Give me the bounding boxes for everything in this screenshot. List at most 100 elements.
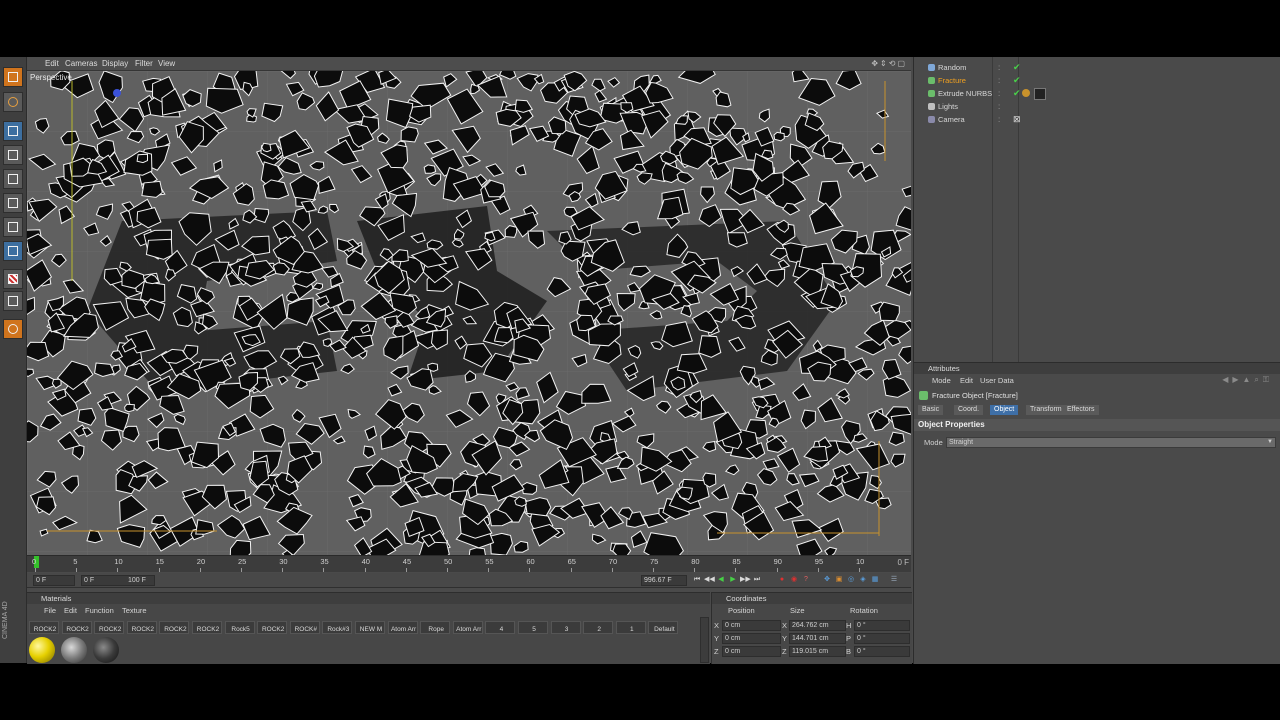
material-thumb[interactable]: Rock#3 [322,621,353,634]
material-thumb[interactable]: ROCK2 [257,621,288,634]
param-key-icon[interactable]: ◈ [858,575,868,585]
rot-key-icon[interactable]: ◎ [846,575,856,585]
scale-key-icon[interactable]: ▣ [834,575,844,585]
material-thumb[interactable]: ROCK# [289,621,320,634]
tab-effectors[interactable]: Effectors [1063,405,1099,415]
tab-transform[interactable]: Transform [1026,405,1066,415]
attr-menu-mode[interactable]: Mode [932,376,951,385]
polygons-tool-icon[interactable] [3,241,23,261]
material-ball-yellow[interactable] [29,637,55,663]
model-tool-icon[interactable] [3,121,23,141]
object-row-lights[interactable]: Lights : [914,101,1280,113]
material-thumb[interactable]: ROCK2 [159,621,190,634]
material-ball-metal[interactable] [61,637,87,663]
pla-key-icon[interactable]: ▦ [870,575,880,585]
material-thumb[interactable]: 1 [615,621,646,634]
protection-tag-icon[interactable]: ⊠ [1013,114,1021,125]
object-row-camera[interactable]: Camera : ⊠ [914,114,1280,126]
mat-menu-function[interactable]: Function [85,606,114,615]
material-thumb[interactable]: ROCK2 [192,621,222,634]
goto-start-icon[interactable]: ⏮ [692,575,702,585]
material-ball-dark[interactable] [93,637,119,663]
play-back-icon[interactable]: ◀ [716,575,726,585]
axis-tool-icon[interactable] [3,145,23,165]
autokey-icon[interactable]: ◉ [789,575,799,585]
enabled-check-icon[interactable]: ✔ [1013,88,1021,99]
pos-y-field[interactable]: 0 cm [722,633,781,644]
workplane-icon[interactable] [3,319,23,339]
rot-p-field[interactable]: 0 ° [854,633,910,644]
rot-b-field[interactable]: 0 ° [854,646,910,657]
material-thumb[interactable]: 2 [583,621,614,634]
material-thumb[interactable]: ROCK2 [94,621,125,634]
viewport-nav-icons[interactable]: ✥⇕⟲▢ [871,59,907,68]
viewport[interactable]: Perspective [27,71,911,555]
attr-menu-edit[interactable]: Edit [960,376,973,385]
keyframe-sel-icon[interactable]: ? [801,575,811,585]
visibility-dots[interactable]: : [998,102,1001,111]
prev-key-icon[interactable]: ◀◀ [704,575,715,585]
menu-cameras[interactable]: Cameras [65,59,97,68]
fps-field[interactable]: 996.67 F [641,575,687,586]
size-z-field[interactable]: 119.015 cm [789,646,846,657]
material-thumb[interactable]: 3 [550,621,581,634]
enabled-check-icon[interactable]: ✔ [1013,62,1021,73]
pos-z-field[interactable]: 0 cm [722,646,781,657]
goto-end-icon[interactable]: ⏭ [752,575,762,585]
visibility-dots[interactable]: : [998,89,1001,98]
material-thumb[interactable]: Rope [420,621,451,634]
tab-basic[interactable]: Basic [918,405,944,415]
material-thumb[interactable]: NEW M [355,621,385,634]
snap-icon[interactable] [3,291,23,311]
material-thumb[interactable]: 4 [485,621,516,634]
object-row-fracture[interactable]: Fracture : ✔ [914,75,1280,87]
mat-menu-texture[interactable]: Texture [122,606,147,615]
tab-object[interactable]: Object [990,405,1019,415]
pos-x-field[interactable]: 0 cm [722,620,781,631]
material-thumb[interactable]: ROCK2 [29,621,59,634]
mode-dropdown[interactable]: Straight ▼ [946,437,1276,448]
next-key-icon[interactable]: ▶▶ [740,575,751,585]
phong-tag-icon[interactable] [1022,89,1030,97]
play-icon[interactable]: ▶ [728,575,738,585]
visibility-dots[interactable]: : [998,115,1001,124]
undo-icon[interactable] [3,67,23,87]
material-thumb[interactable]: Rock5 [224,621,255,634]
material-tag-icon[interactable] [1034,88,1046,100]
material-thumb[interactable]: ROCK2 [61,621,92,634]
live-select-icon[interactable] [3,92,23,112]
points-tool-icon[interactable] [3,193,23,213]
attributes-nav-icons[interactable]: ◀▶▲⌕⚿ [1222,375,1273,385]
visibility-dots[interactable]: : [998,76,1001,85]
timeline-menu-icon[interactable]: ☰ [889,575,899,585]
current-frame-field[interactable]: 0 F [33,575,75,586]
attr-menu-userdata[interactable]: User Data [980,376,1014,385]
edges-tool-icon[interactable] [3,217,23,237]
checker-icon[interactable] [3,269,23,289]
material-thumb[interactable]: Atom Arr [452,621,483,634]
size-x-field[interactable]: 264.762 cm [789,620,846,631]
menu-display[interactable]: Display [102,59,128,68]
timeline-ruler[interactable]: 0 F 0 5 10 15 20 25 30 35 40 45 50 55 60 65 70 75 80 85 90… [27,555,911,572]
rot-h-field[interactable]: 0 ° [854,620,910,631]
texture-tool-icon[interactable] [3,169,23,189]
enabled-check-icon[interactable]: ✔ [1013,75,1021,86]
materials-scrollbar[interactable] [700,617,709,663]
min-frame-field[interactable]: 0 F 100 F [81,575,155,586]
menu-view[interactable]: View [158,59,175,68]
mat-menu-file[interactable]: File [44,606,56,615]
material-thumb[interactable]: 5 [518,621,548,634]
menu-filter[interactable]: Filter [135,59,153,68]
material-thumb[interactable]: ROCK2 [126,621,157,634]
size-y-field[interactable]: 144.701 cm [789,633,846,644]
mat-menu-edit[interactable]: Edit [64,606,77,615]
material-thumb[interactable]: Default [648,621,679,634]
material-thumb[interactable]: Atom Arr [387,621,418,634]
menu-edit[interactable]: Edit [45,59,59,68]
object-row-random[interactable]: Random : ✔ [914,62,1280,74]
pos-key-icon[interactable]: ✥ [822,575,832,585]
record-icon[interactable]: ● [777,575,787,585]
tab-coord[interactable]: Coord. [954,405,984,415]
visibility-dots[interactable]: : [998,63,1001,72]
object-row-extrude-nurbs[interactable]: Extrude NURBS : ✔ [914,88,1280,100]
